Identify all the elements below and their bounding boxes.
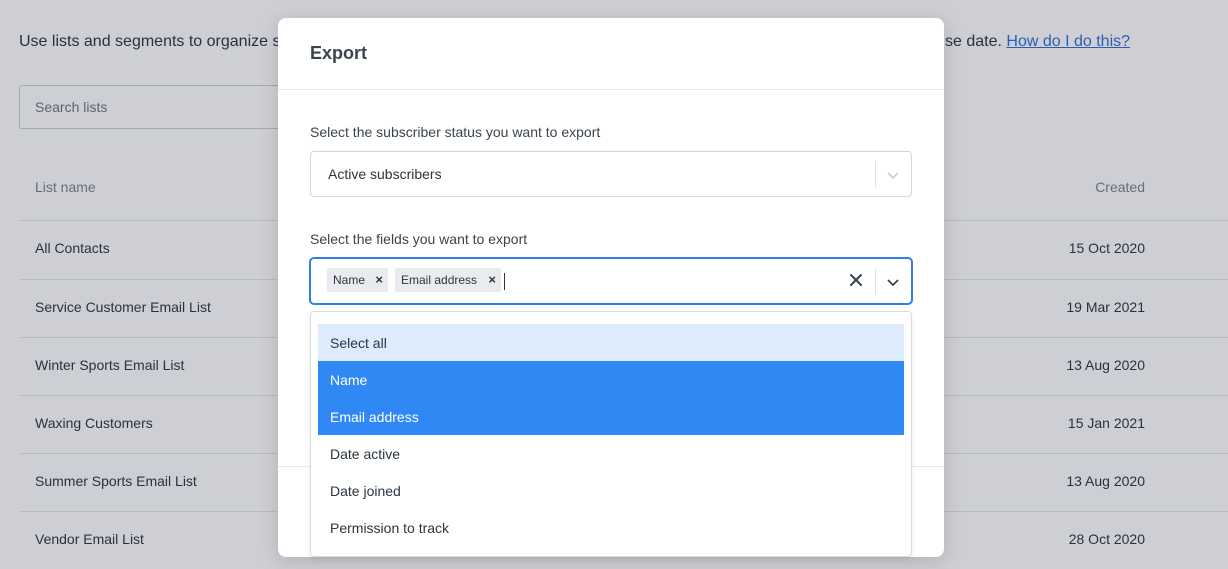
option-select-all[interactable]: Select all <box>318 324 904 361</box>
option-label: Date joined <box>330 483 401 499</box>
text-caret[interactable] <box>504 273 505 290</box>
option-date-active[interactable]: Date active <box>318 435 904 472</box>
chevron-down-icon[interactable] <box>884 273 902 291</box>
modal-title: Export <box>310 43 368 63</box>
chevron-down-icon[interactable] <box>884 166 902 184</box>
status-select[interactable]: Active subscribers <box>310 151 912 197</box>
fields-multiselect[interactable]: Name × Email address × <box>310 258 912 304</box>
option-permission-to-track[interactable]: Permission to track <box>318 509 904 546</box>
status-select-value: Active subscribers <box>328 166 442 182</box>
option-label: Select all <box>330 335 387 351</box>
select-separator <box>875 268 876 294</box>
fields-dropdown-menu: Select all Name Email address Date activ… <box>310 311 912 557</box>
option-email-address[interactable]: Email address <box>318 398 904 435</box>
option-label: Date active <box>330 446 401 462</box>
modal-header: Export <box>278 18 944 90</box>
option-label: Permission to track <box>330 520 450 536</box>
chip-label: Name <box>333 273 366 287</box>
option-label: Email address <box>330 409 419 425</box>
field-chip: Email address × <box>395 268 501 292</box>
option-label: Name <box>330 372 368 388</box>
clear-icon[interactable] <box>848 272 864 288</box>
chip-remove-icon[interactable]: × <box>375 272 383 287</box>
chip-remove-icon[interactable]: × <box>488 272 496 287</box>
chip-label: Email address <box>401 273 478 287</box>
select-separator <box>875 161 876 187</box>
status-label: Select the subscriber status you want to… <box>310 124 601 140</box>
field-chip: Name × <box>327 268 388 292</box>
option-name[interactable]: Name <box>318 361 904 398</box>
fields-label: Select the fields you want to export <box>310 231 528 247</box>
option-date-joined[interactable]: Date joined <box>318 472 904 509</box>
